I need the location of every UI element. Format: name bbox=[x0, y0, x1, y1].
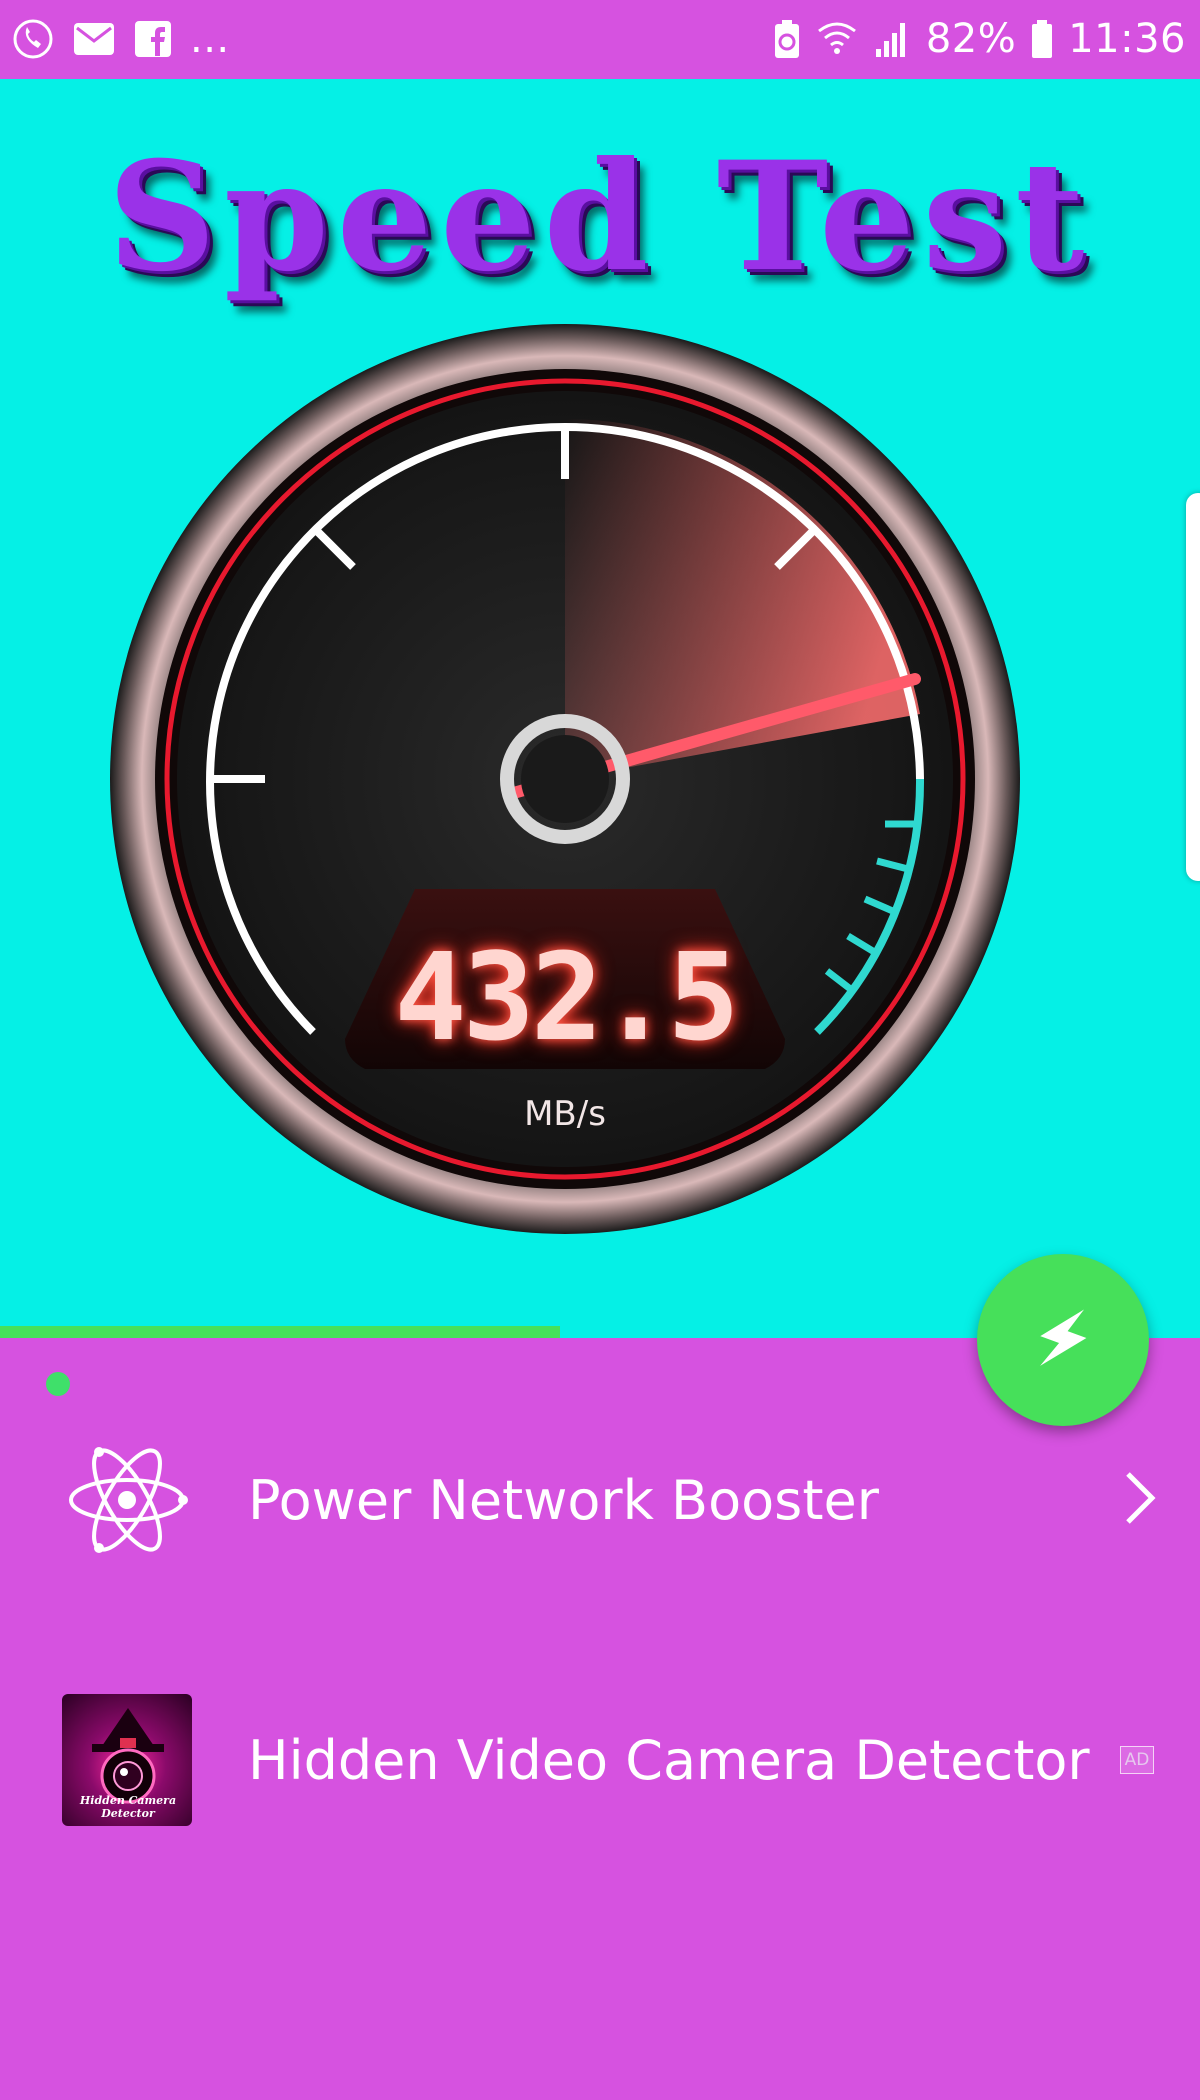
wifi-icon bbox=[816, 19, 858, 59]
battery-icon bbox=[1030, 19, 1054, 59]
mail-icon bbox=[72, 21, 116, 57]
status-bar-right: 82% 11:36 bbox=[772, 14, 1186, 64]
hidden-camera-detector-app-icon: Hidden Camera Detector bbox=[62, 1694, 192, 1826]
speedometer-gauge: 432.5 MB/s bbox=[105, 319, 1025, 1239]
speed-unit: MB/s bbox=[524, 1094, 606, 1134]
list-item-label: Power Network Booster bbox=[248, 1468, 879, 1532]
chevron-right-icon bbox=[1122, 1470, 1158, 1530]
battery-saver-icon bbox=[772, 19, 802, 59]
lightning-bolt-icon bbox=[1023, 1298, 1103, 1382]
app-title: Speed Test bbox=[107, 129, 1093, 305]
start-test-button[interactable] bbox=[977, 1254, 1149, 1426]
test-progress-fill bbox=[0, 1326, 561, 1338]
status-time: 11:36 bbox=[1068, 16, 1186, 62]
page-indicator-dot bbox=[46, 1372, 70, 1396]
facebook-icon bbox=[134, 20, 172, 58]
speed-test-hero: Speed Test 432.5 MB/s bbox=[0, 79, 1200, 1338]
ad-badge: AD bbox=[1120, 1746, 1154, 1774]
battery-percent: 82% bbox=[925, 16, 1017, 62]
speed-value: 432.5 bbox=[394, 929, 739, 1068]
app-thumbnail: Hidden Camera Detector bbox=[62, 1694, 192, 1826]
list-item-hidden-video-camera-detector[interactable]: Hidden Camera Detector Hidden Video Came… bbox=[0, 1660, 1200, 1860]
status-bar-left: ... bbox=[12, 14, 230, 64]
status-more-indicator: ... bbox=[190, 16, 230, 62]
thumbnail-caption: Hidden Camera Detector bbox=[79, 1794, 177, 1820]
list-item-label: Hidden Video Camera Detector bbox=[248, 1728, 1090, 1792]
status-bar: ... 82% 11:36 bbox=[0, 0, 1200, 79]
drawer-handle[interactable] bbox=[1186, 493, 1200, 881]
signal-icon bbox=[872, 19, 912, 59]
list-item-power-network-booster[interactable]: Power Network Booster bbox=[0, 1400, 1200, 1600]
atom-icon bbox=[62, 1435, 192, 1565]
phone-call-icon bbox=[12, 18, 54, 60]
